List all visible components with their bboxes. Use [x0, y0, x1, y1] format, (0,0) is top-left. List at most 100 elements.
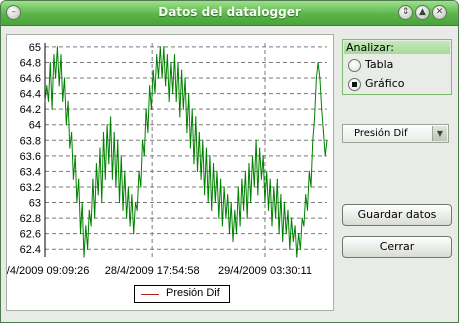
data-point: [55, 77, 57, 79]
data-point: [262, 155, 264, 157]
maximize-icon[interactable]: ▲: [415, 5, 430, 20]
data-point: [218, 217, 220, 219]
data-point: [95, 163, 98, 165]
data-point: [308, 170, 310, 172]
data-point: [154, 92, 156, 95]
data-point: [83, 256, 85, 258]
data-point: [140, 186, 142, 188]
data-point: [189, 147, 192, 149]
shade-icon[interactable]: ⇕: [398, 5, 413, 20]
data-point: [86, 248, 89, 250]
data-point: [324, 155, 326, 157]
data-point: [251, 155, 254, 157]
data-point: [147, 131, 149, 134]
data-point: [227, 194, 229, 196]
radio-selected-dot: [352, 82, 357, 87]
x-tick-label: 28/4/2009 17:54:58: [105, 265, 200, 277]
y-tick-label: 63.2: [20, 182, 41, 194]
data-point: [313, 116, 316, 118]
data-point: [129, 225, 131, 227]
data-point: [166, 54, 168, 56]
y-tick-label: 62.6: [20, 229, 41, 241]
data-point: [191, 108, 193, 110]
radio-grafico-circle[interactable]: [348, 78, 361, 91]
data-point: [122, 209, 124, 211]
data-point: [243, 209, 245, 211]
series-select[interactable]: Presión Dif ▼: [342, 124, 449, 143]
y-tick-label: 63.8: [20, 135, 41, 147]
radio-tabla-circle[interactable]: [348, 59, 361, 72]
data-point: [72, 178, 74, 180]
data-point: [125, 217, 128, 219]
data-point: [78, 178, 80, 180]
data-point: [163, 46, 165, 48]
data-point: [69, 147, 71, 149]
close-icon[interactable]: ✕: [432, 5, 447, 20]
y-tick-label: 63.4: [20, 166, 41, 178]
data-point: [51, 108, 53, 110]
data-point: [219, 178, 222, 180]
data-point: [250, 201, 252, 204]
data-point: [259, 147, 261, 149]
data-point: [225, 217, 227, 219]
data-point: [282, 240, 284, 243]
data-point: [287, 209, 289, 211]
data-point: [253, 186, 255, 188]
data-point: [104, 178, 106, 180]
data-point: [212, 163, 215, 165]
data-point: [63, 77, 66, 79]
data-point: [141, 139, 144, 141]
data-point: [134, 201, 137, 204]
title-bar[interactable]: – Datos del datalogger ⇕ ▲ ✕: [1, 1, 458, 26]
data-point: [204, 194, 206, 196]
data-point: [156, 54, 158, 56]
data-point: [60, 54, 62, 56]
data-point: [90, 225, 92, 227]
data-point: [276, 178, 278, 180]
y-tick-label: 63.6: [20, 151, 41, 163]
x-tick-label: 29/4/2009 03:30:11: [218, 265, 312, 277]
data-point: [113, 131, 115, 134]
data-point: [211, 209, 213, 211]
data-point: [102, 131, 105, 134]
data-point: [267, 209, 270, 211]
radio-grafico-label: Gráfico: [365, 77, 405, 90]
analyze-group: Analizar: Tabla Gráfico: [342, 39, 452, 95]
data-point: [273, 186, 275, 188]
data-point: [152, 69, 154, 71]
data-point: [195, 116, 197, 118]
radio-tabla[interactable]: Tabla: [348, 58, 448, 74]
y-tick-label: 62.8: [20, 213, 41, 225]
data-point: [223, 186, 225, 188]
data-point: [76, 201, 78, 204]
chevron-down-icon[interactable]: ▼: [432, 126, 447, 141]
data-point: [294, 225, 296, 227]
data-point: [292, 240, 294, 243]
data-point: [237, 186, 239, 188]
data-point: [246, 217, 248, 219]
data-point: [182, 108, 184, 110]
data-point: [127, 186, 129, 188]
data-point: [257, 194, 259, 196]
line-chart: 65 64.8 64.6 64.4 64.2 64 63.8 63.6 63.4 63.2 63 62…: [7, 42, 328, 277]
data-point: [177, 61, 179, 64]
radio-grafico[interactable]: Gráfico: [348, 77, 448, 93]
data-point: [58, 85, 60, 87]
data-point: [180, 69, 183, 71]
save-data-button[interactable]: Guardar datos: [342, 204, 452, 226]
data-point: [159, 46, 161, 48]
data-point: [319, 77, 321, 79]
analyze-title: Analizar:: [344, 41, 450, 54]
chart-legend: Presión Dif: [134, 285, 230, 303]
data-point: [283, 201, 286, 204]
data-point: [198, 131, 200, 134]
data-point: [56, 46, 59, 48]
data-point: [285, 233, 287, 235]
close-button[interactable]: Cerrar: [342, 236, 452, 258]
data-point: [303, 225, 305, 227]
data-point: [88, 209, 90, 211]
data-point: [315, 77, 317, 79]
y-tick-label: 64: [29, 120, 41, 132]
data-point: [289, 248, 291, 250]
data-point: [138, 170, 140, 172]
